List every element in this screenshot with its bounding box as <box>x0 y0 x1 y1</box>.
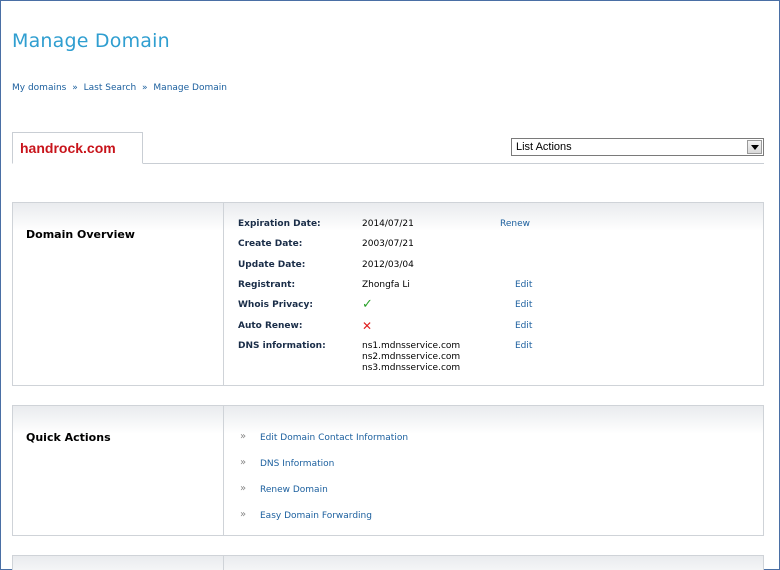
edit-auto-renew-link[interactable]: Edit <box>515 321 532 331</box>
renew-link[interactable]: Renew <box>500 219 530 229</box>
domain-overview-heading: Domain Overview <box>26 228 135 241</box>
cross-icon: ✕ <box>362 319 373 333</box>
list-actions-value: List Actions <box>516 141 572 153</box>
additional-panel <box>12 555 764 570</box>
bullet-icon: » <box>240 509 247 520</box>
edit-registrant-link[interactable]: Edit <box>515 280 532 290</box>
dns-information-link[interactable]: DNS Information <box>260 459 334 469</box>
domain-overview-details: Expiration Date: 2014/07/21 Renew Create… <box>224 203 763 385</box>
expiration-date-value: 2014/07/21 <box>362 219 414 229</box>
breadcrumb-separator: » <box>72 83 78 93</box>
easy-domain-forwarding-link[interactable]: Easy Domain Forwarding <box>260 511 372 521</box>
list-actions-select[interactable]: List Actions <box>511 138 764 156</box>
breadcrumb-my-domains[interactable]: My domains <box>12 83 66 93</box>
dns-server-1: ns1.mdnsservice.com <box>362 341 461 351</box>
page-title: Manage Domain <box>12 30 170 52</box>
create-date-label: Create Date: <box>238 239 303 249</box>
renew-domain-link[interactable]: Renew Domain <box>260 485 328 495</box>
edit-domain-contact-link[interactable]: Edit Domain Contact Information <box>260 433 408 443</box>
dns-server-2: ns2.mdnsservice.com <box>362 352 461 362</box>
domain-overview-header-cell: Domain Overview <box>13 203 224 385</box>
breadcrumb-manage-domain[interactable]: Manage Domain <box>153 83 227 93</box>
bullet-icon: » <box>240 457 247 468</box>
registrant-value: Zhongfa Li <box>362 280 410 290</box>
bullet-icon: » <box>240 483 247 494</box>
dns-information-label: DNS information: <box>238 341 326 351</box>
auto-renew-label: Auto Renew: <box>238 321 303 331</box>
additional-panel-body <box>224 556 763 570</box>
chevron-down-icon[interactable] <box>747 140 762 154</box>
additional-panel-header-cell <box>13 556 224 570</box>
domain-name: handrock.com <box>20 140 116 156</box>
browser-frame: Manage Domain My domains » Last Search »… <box>0 0 780 570</box>
check-icon: ✓ <box>362 297 373 312</box>
domain-overview-panel: Domain Overview Expiration Date: 2014/07… <box>12 202 764 386</box>
update-date-value: 2012/03/04 <box>362 260 414 270</box>
edit-whois-privacy-link[interactable]: Edit <box>515 300 532 310</box>
quick-actions-header-cell: Quick Actions <box>13 406 224 535</box>
bullet-icon: » <box>240 431 247 442</box>
breadcrumb-last-search[interactable]: Last Search <box>84 83 137 93</box>
breadcrumb-separator: » <box>142 83 148 93</box>
edit-dns-link[interactable]: Edit <box>515 341 532 351</box>
quick-actions-heading: Quick Actions <box>26 431 111 444</box>
whois-privacy-label: Whois Privacy: <box>238 300 313 310</box>
create-date-value: 2003/07/21 <box>362 239 414 249</box>
quick-actions-panel: Quick Actions » Edit Domain Contact Info… <box>12 405 764 536</box>
registrant-label: Registrant: <box>238 280 296 290</box>
quick-actions-list: » Edit Domain Contact Information » DNS … <box>224 406 763 535</box>
dns-server-3: ns3.mdnsservice.com <box>362 363 461 373</box>
expiration-date-label: Expiration Date: <box>238 219 321 229</box>
update-date-label: Update Date: <box>238 260 306 270</box>
domain-tab[interactable]: handrock.com <box>12 132 143 164</box>
breadcrumb: My domains » Last Search » Manage Domain <box>12 83 227 93</box>
